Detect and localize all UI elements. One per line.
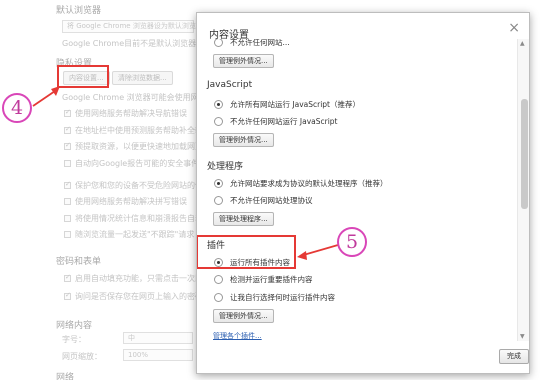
- step-5-arrow: [297, 244, 339, 260]
- step-5-marker: 5: [337, 227, 367, 257]
